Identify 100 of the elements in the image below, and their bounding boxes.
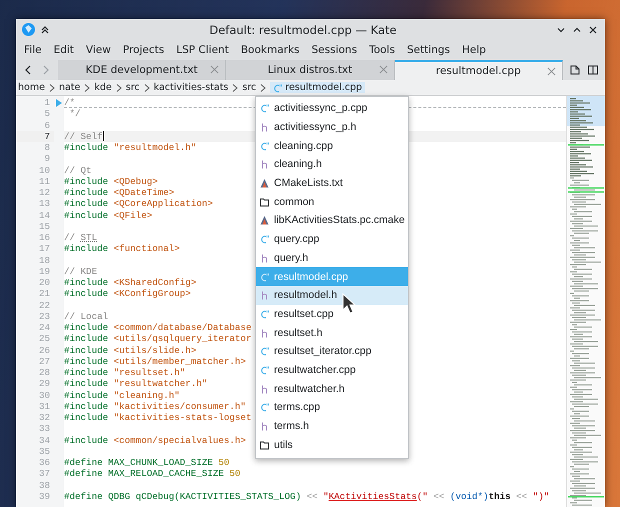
code-line: #define MAX_RELOAD_CACHE_SIZE 50 <box>64 468 240 480</box>
code-line: // Qt <box>64 164 92 176</box>
code-line: // Self <box>64 130 103 142</box>
breadcrumb-current-file[interactable]: resultmodel.cpp <box>270 82 366 93</box>
line-number: 37 <box>38 468 51 480</box>
code-line: #include "cleaning.h" <box>64 390 180 401</box>
cmake-file-icon <box>260 215 269 226</box>
minimap-drawing[interactable] <box>566 96 605 507</box>
code-line: #include <utils/qsqlquery_iterator <box>64 333 252 344</box>
cpp-file-icon <box>260 364 269 375</box>
file-list-item[interactable]: utils <box>256 435 408 454</box>
line-number: 16 <box>38 232 51 244</box>
menu-item[interactable]: Sessions <box>306 42 364 58</box>
breadcrumb-item[interactable]: home <box>18 82 45 93</box>
file-list-item[interactable]: resultwatcher.h <box>256 379 408 398</box>
header-file-icon <box>260 159 269 170</box>
code-line: */ <box>68 108 81 120</box>
menu-item[interactable]: Help <box>456 42 492 58</box>
line-number: 39 <box>38 490 51 502</box>
breadcrumb-item[interactable]: nate <box>58 82 80 93</box>
line-number: 5 <box>43 108 51 120</box>
line-number: 21 <box>38 288 51 300</box>
file-list-item[interactable]: terms.cpp <box>256 398 408 417</box>
menu-item[interactable]: Settings <box>400 42 456 58</box>
breadcrumb-item[interactable]: kactivities-stats <box>154 82 228 93</box>
code-line: #include "resultwatcher.h" <box>64 378 208 390</box>
menu-item[interactable]: LSP Client <box>170 42 235 58</box>
window-title: Default: resultmodel.cpp — Kate <box>208 22 398 36</box>
line-number: 38 <box>38 480 51 491</box>
line-number: 20 <box>38 277 51 288</box>
code-line: #include <KConfigGroup> <box>64 288 191 300</box>
file-list-item[interactable]: query.cpp <box>256 230 408 248</box>
line-number: 30 <box>38 390 51 401</box>
header-file-icon <box>260 252 269 263</box>
cpp-file-icon <box>260 346 269 356</box>
line-number: 11 <box>38 176 51 187</box>
line-number: 6 <box>43 120 51 131</box>
close-icon[interactable] <box>587 24 599 36</box>
code-line: #include "resultset.h" <box>64 367 186 378</box>
file-list-item[interactable]: libKActivitiesStats.pc.cmake <box>256 211 408 230</box>
file-list-item[interactable]: cleaning.h <box>256 155 408 174</box>
line-number: 28 <box>38 367 51 378</box>
code-line: #include <QDebug> <box>64 176 158 187</box>
file-list-item[interactable]: CMakeLists.txt <box>256 174 408 192</box>
file-list-item[interactable]: cleaning.cpp <box>256 136 408 156</box>
code-line: #include <QCoreApplication> <box>64 198 213 210</box>
menu-item[interactable]: Tools <box>363 42 401 58</box>
code-line: #include <utils/member_matcher.h> <box>64 356 246 367</box>
line-number: 27 <box>38 356 51 367</box>
menu-item[interactable]: Projects <box>116 42 170 58</box>
split-view-icon[interactable] <box>586 64 599 76</box>
code-line: #include <KSharedConfig> <box>64 277 196 288</box>
code-line: // STL <box>64 232 98 244</box>
chevron-icon <box>116 84 122 92</box>
menu-item[interactable]: Bookmarks <box>234 42 306 58</box>
code-line: #include <QFile> <box>64 210 152 221</box>
file-list-item[interactable]: resultset_iterator.cpp <box>256 342 408 361</box>
mouse-pointer-icon <box>342 293 356 315</box>
tab[interactable]: resultmodel.cpp <box>394 60 563 80</box>
file-list-item[interactable]: query.h <box>256 248 408 268</box>
cmake-file-icon <box>260 178 269 188</box>
line-number: 24 <box>38 322 51 334</box>
file-list-item[interactable]: resultset.h <box>256 323 408 342</box>
line-number: 8 <box>43 142 51 154</box>
document-icon[interactable] <box>568 64 581 76</box>
tab[interactable]: Linux distros.txt <box>226 60 395 80</box>
menu-item[interactable]: View <box>80 42 117 58</box>
chevron-icon <box>144 84 150 92</box>
chevron-icon <box>84 84 90 92</box>
cpp-file-icon <box>260 402 269 412</box>
line-number: 12 <box>38 187 51 198</box>
tab[interactable]: KDE development.txt <box>58 60 226 80</box>
cpp-file-icon <box>260 234 269 244</box>
breadcrumb-item[interactable]: src <box>242 82 256 93</box>
chevron-icon <box>260 84 266 92</box>
menu-item[interactable]: Edit <box>48 42 80 58</box>
file-list-item[interactable]: activitiessync_p.cpp <box>256 99 408 118</box>
folder-icon <box>260 440 269 450</box>
breadcrumb-item[interactable]: kde <box>94 82 112 93</box>
line-number: 17 <box>38 243 51 254</box>
code-line: #include <common/specialvalues.h> <box>64 434 246 446</box>
line-number: 7 <box>16 130 54 142</box>
code-line: #define QDBG qCDebug(KACTIVITIES_STATS_LOG) << "KActivitiesStats(" << (void*)this << ")" <box>64 490 550 502</box>
breadcrumb-item[interactable]: src <box>126 82 140 93</box>
line-number: 29 <box>38 378 51 390</box>
menu-item[interactable]: File <box>18 42 48 58</box>
code-line: #include <common/database/Database <box>64 322 252 334</box>
file-list-item[interactable]: activitiessync_p.h <box>256 118 408 136</box>
file-list-item[interactable]: resultset.cpp <box>256 304 408 324</box>
header-file-icon <box>260 290 269 300</box>
line-number: 19 <box>38 266 51 277</box>
keep-above-icon[interactable] <box>39 24 51 36</box>
line-number: 36 <box>38 457 51 468</box>
file-list-item[interactable]: common <box>256 192 408 212</box>
file-list-item[interactable]: resultwatcher.cpp <box>256 360 408 380</box>
code-line: #include <functional> <box>64 243 180 254</box>
file-list-item[interactable]: resultmodel.h <box>256 286 408 305</box>
file-list-item[interactable]: terms.h <box>256 416 408 436</box>
line-number: 23 <box>38 310 51 322</box>
code-line: #define MAX_CHUNK_LOAD_SIZE 50 <box>64 457 230 468</box>
